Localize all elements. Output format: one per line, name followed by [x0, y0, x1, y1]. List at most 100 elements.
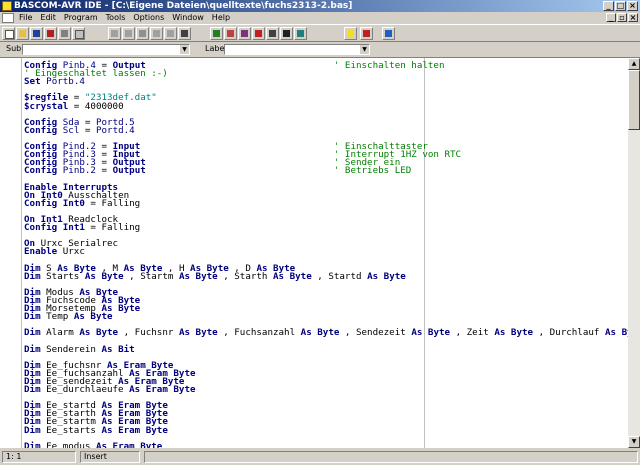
code-token: As Eram Byte — [101, 424, 168, 436]
code-line[interactable]: Config Int1 = Falling — [24, 222, 140, 233]
maximize-button[interactable]: □ — [615, 1, 626, 11]
title-bar: BASCOM-AVR IDE - [C:\Eigene Dateien\quel… — [0, 0, 640, 12]
code-line[interactable]: Config Pinb.2 = Output ' Betriebs LED — [24, 165, 412, 177]
new-file-icon[interactable] — [2, 27, 15, 40]
redo-icon[interactable] — [164, 27, 177, 40]
code-line[interactable]: Dim Ee_modus As Eram Byte — [24, 440, 163, 448]
code-token: Portb.4 — [46, 76, 85, 88]
label-dropdown-arrow-icon[interactable]: ▼ — [360, 45, 369, 54]
code-token: Portd.4 — [95, 124, 135, 136]
code-token: $crystal — [24, 100, 69, 112]
code-token: As Byte — [178, 327, 218, 339]
code-token: 4000000 — [84, 100, 124, 112]
code-token: As Byte — [604, 327, 628, 339]
code-token: = — [79, 124, 96, 136]
code-token: , Startm — [123, 270, 179, 282]
close-button[interactable]: × — [627, 1, 638, 11]
menu-edit[interactable]: Edit — [36, 12, 60, 24]
code-token: Config — [24, 222, 58, 233]
scroll-up-icon[interactable]: ▲ — [628, 58, 640, 70]
code-line[interactable]: Dim Senderein As Bit — [24, 343, 135, 355]
code-token: Dim — [24, 424, 41, 436]
lcd-designer-icon[interactable] — [294, 27, 307, 40]
menu-tools[interactable]: Tools — [102, 12, 130, 24]
copy-icon[interactable] — [122, 27, 135, 40]
code-token: As Byte — [494, 327, 534, 339]
document-icon[interactable] — [2, 13, 14, 23]
code-token: Config — [24, 197, 58, 209]
code-token: As Byte — [73, 311, 113, 323]
doc-minimize-button[interactable]: _ — [606, 13, 616, 22]
doc-restore-button[interactable]: ▫ — [617, 13, 627, 22]
exit-icon[interactable] — [360, 27, 373, 40]
help-lamp-icon[interactable] — [344, 27, 357, 40]
status-position: 1: 1 — [2, 451, 76, 463]
terminal-icon[interactable] — [280, 27, 293, 40]
code-token: Dim — [24, 270, 41, 282]
cut-icon[interactable] — [108, 27, 121, 40]
code-token: Dim — [24, 440, 41, 448]
code-token: As Byte — [84, 270, 124, 282]
menu-options[interactable]: Options — [129, 12, 168, 24]
code-token: Pinb.2 — [62, 165, 96, 177]
web-icon[interactable] — [382, 27, 395, 40]
label-combo[interactable]: ▼ — [224, 44, 370, 55]
code-editor[interactable]: Config Pinb.4 = Output ' Einschalten hal… — [0, 57, 640, 448]
code-token: Dim — [24, 384, 41, 395]
sub-combo[interactable]: ▼ — [22, 44, 190, 55]
code-token: ' Einschalten halten — [333, 60, 445, 71]
code-line[interactable]: Dim Ee_starts As Eram Byte — [24, 424, 168, 436]
paste-icon[interactable] — [136, 27, 149, 40]
code-line[interactable]: Set Portb.4 — [24, 76, 85, 88]
menu-file[interactable]: File — [15, 12, 36, 24]
code-token: Int1 — [62, 222, 85, 233]
code-line[interactable]: Config Int0 = Falling — [24, 197, 140, 209]
code-token: , Durchlauf — [533, 327, 605, 339]
menu-window[interactable]: Window — [168, 12, 208, 24]
code-line[interactable]: Config Scl = Portd.4 — [24, 124, 135, 136]
scroll-down-icon[interactable]: ▼ — [628, 436, 640, 448]
minimize-button[interactable]: _ — [603, 1, 614, 11]
find-icon[interactable] — [178, 27, 191, 40]
code-area[interactable]: Config Pinb.4 = Output ' Einschalten hal… — [22, 58, 628, 448]
code-token: ' Betriebs LED — [333, 165, 412, 177]
save-all-icon[interactable] — [44, 27, 57, 40]
right-margin-line — [424, 58, 425, 448]
sub-dropdown-arrow-icon[interactable]: ▼ — [180, 45, 189, 54]
code-token: Senderein — [40, 343, 102, 355]
scroll-thumb[interactable] — [628, 70, 640, 130]
compile-all-icon[interactable] — [238, 27, 251, 40]
code-line[interactable]: Dim Ee_durchlaeufe As Eram Byte — [24, 384, 196, 395]
code-line[interactable]: Dim Alarm As Byte , Fuchsnr As Byte , Fu… — [24, 327, 628, 339]
code-token: As Byte — [178, 270, 218, 282]
menu-program[interactable]: Program — [60, 12, 102, 24]
open-folder-icon[interactable] — [16, 27, 29, 40]
compile-icon[interactable] — [224, 27, 237, 40]
code-token: As Bit — [101, 343, 135, 355]
code-token: Temp — [40, 311, 74, 323]
code-token: , Fuchsnr — [118, 327, 179, 339]
code-token: As Byte — [273, 270, 312, 282]
code-token: As Eram Byte — [95, 440, 163, 448]
undo-icon[interactable] — [150, 27, 163, 40]
window-title: BASCOM-AVR IDE - [C:\Eigene Dateien\quel… — [14, 1, 353, 11]
code-token: , Startd — [311, 270, 368, 282]
code-line[interactable]: $crystal = 4000000 — [24, 100, 124, 112]
code-token: As Byte — [367, 270, 406, 282]
program-chip-icon[interactable] — [252, 27, 265, 40]
code-token: Dim — [24, 327, 41, 339]
doc-close-button[interactable]: × — [628, 13, 638, 22]
code-line[interactable]: Dim Starts As Byte , Startm As Byte , St… — [24, 270, 406, 282]
menu-help[interactable]: Help — [208, 12, 234, 24]
simulator-icon[interactable] — [266, 27, 279, 40]
save-icon[interactable] — [30, 27, 43, 40]
code-line[interactable]: Enable Urxc — [24, 247, 85, 256]
status-mode: Insert — [80, 451, 140, 463]
print-preview-icon[interactable] — [72, 27, 85, 40]
code-line[interactable]: Dim Temp As Byte — [24, 311, 113, 323]
print-icon[interactable] — [58, 27, 71, 40]
vertical-scrollbar[interactable]: ▲ ▼ — [628, 58, 640, 448]
syntax-check-icon[interactable] — [210, 27, 223, 40]
code-token: Ee_starts — [40, 424, 102, 436]
